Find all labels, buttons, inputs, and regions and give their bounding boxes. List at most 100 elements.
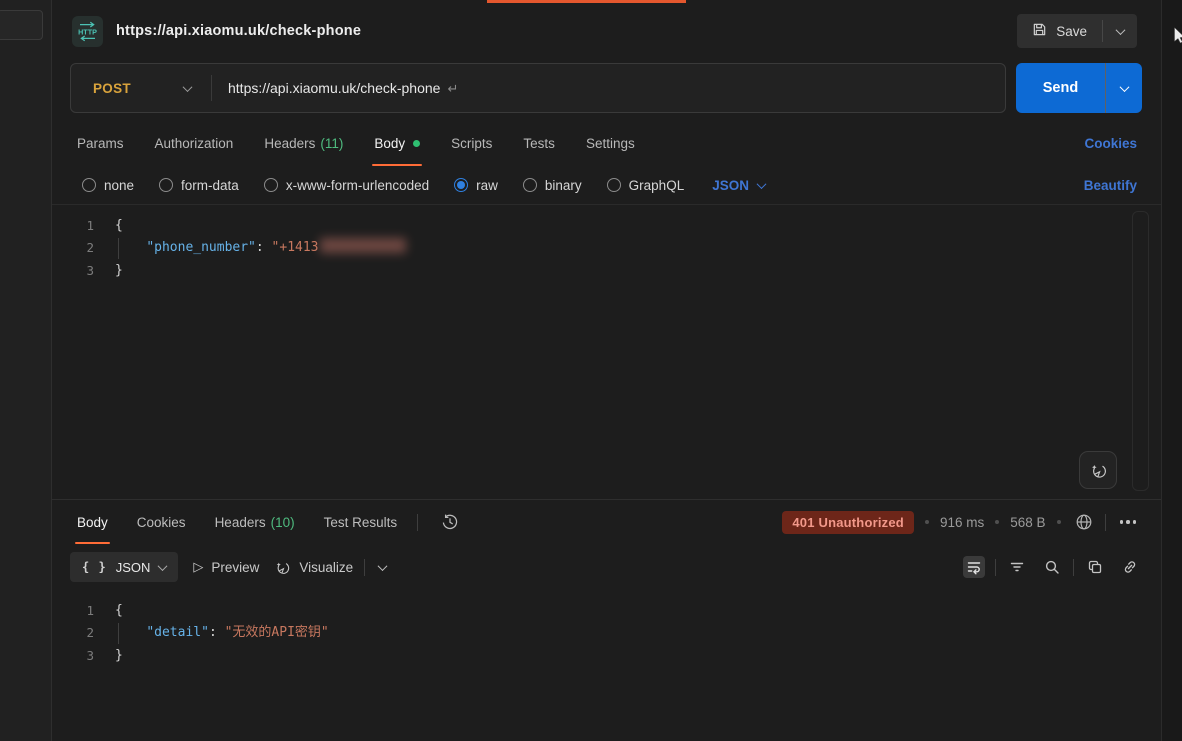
send-button-group: Send [1016,63,1142,113]
copy-icon [1087,559,1103,575]
mode-none[interactable]: none [82,178,134,193]
network-info-button[interactable] [1072,510,1096,534]
save-icon [1032,22,1047,40]
response-toolbar: { } JSON ▷ Preview Visualize [52,544,1161,590]
main-panel: HTTP https://api.xiaomu.uk/check-phone [52,0,1161,741]
radio-icon [264,178,278,192]
body-modified-dot [413,140,420,147]
right-rail [1161,0,1182,741]
copy-button[interactable] [1084,556,1106,578]
mode-binary[interactable]: binary [523,178,582,193]
method-label: POST [93,81,131,96]
svg-text:HTTP: HTTP [78,27,97,36]
response-format-select[interactable]: { } JSON [70,552,178,582]
ellipsis-icon [1118,518,1139,526]
json-key: "detail" [146,625,209,640]
raw-language-select[interactable]: JSON [712,178,765,193]
mouse-cursor [1174,27,1182,48]
response-body-editor[interactable]: 1 { 2 "detail": "无效的API密钥" 3 } [52,590,1161,741]
response-tabs: Body Cookies Headers(10) Test Results 40… [52,500,1161,544]
tab-params[interactable]: Params [77,120,124,166]
save-button[interactable]: Save [1017,14,1102,48]
line-number: 1 [52,600,109,622]
http-request-icon: HTTP [72,16,103,47]
search-icon [1044,559,1060,575]
chevron-down-icon [757,179,767,189]
cookies-link[interactable]: Cookies [1084,136,1137,151]
radio-icon [82,178,96,192]
mode-graphql[interactable]: GraphQL [607,178,685,193]
line-number: 3 [52,645,109,667]
mode-x-www-form-urlencoded[interactable]: x-www-form-urlencoded [264,178,429,193]
divider [417,514,418,531]
tab-tests[interactable]: Tests [523,120,555,166]
chevron-down-icon [1115,25,1125,35]
send-dropdown-button[interactable] [1106,63,1142,113]
link-icon [1122,559,1138,575]
postbot-button[interactable] [1079,451,1117,489]
divider [1105,514,1106,531]
response-tab-cookies[interactable]: Cookies [137,500,186,544]
line-number: 3 [52,260,109,282]
redacted-phone-number [320,238,406,253]
radio-icon [607,178,621,192]
tab-authorization[interactable]: Authorization [155,120,234,166]
mode-form-data[interactable]: form-data [159,178,239,193]
filter-button[interactable] [1006,556,1028,578]
visualize-dropdown-button[interactable] [376,561,389,574]
headers-count: (11) [320,136,343,151]
code-line: 1 { [52,215,1161,237]
status-badge[interactable]: 401 Unauthorized [782,511,914,534]
response-tool-icons [963,556,1141,578]
mode-raw[interactable]: raw [454,178,498,193]
search-button[interactable] [1041,556,1063,578]
request-title: https://api.xiaomu.uk/check-phone [116,23,361,39]
response-headers-count: (10) [271,515,295,530]
response-history-button[interactable] [438,510,462,534]
code-line: 1 { [52,600,1161,622]
tab-scripts[interactable]: Scripts [451,120,492,166]
response-tab-test-results[interactable]: Test Results [324,500,398,544]
radio-selected-icon [454,178,468,192]
tab-settings[interactable]: Settings [586,120,635,166]
response-tab-body[interactable]: Body [77,500,108,544]
wrap-text-button[interactable] [963,556,985,578]
chevron-down-icon [1119,82,1129,92]
tab-headers[interactable]: Headers(11) [264,120,343,166]
send-button[interactable]: Send [1016,63,1105,113]
response-panel: Body Cookies Headers(10) Test Results 40… [52,499,1161,741]
visualize-button[interactable]: Visualize [274,559,353,576]
divider [1073,559,1074,576]
response-tab-headers[interactable]: Headers(10) [215,500,295,544]
preview-button[interactable]: ▷ Preview [193,559,259,575]
request-tabs: Params Authorization Headers(11) Body Sc… [52,120,1161,166]
chevron-down-icon [378,561,388,571]
link-button[interactable] [1119,556,1141,578]
left-sidebar [0,0,52,741]
postbot-sparkle-icon [1089,461,1108,480]
method-select[interactable]: POST [71,81,211,96]
tab-body[interactable]: Body [374,120,420,166]
json-key: "phone_number" [146,240,256,255]
beautify-link[interactable]: Beautify [1084,178,1137,193]
save-button-label: Save [1056,24,1087,39]
code-line: 2 "detail": "无效的API密钥" [52,622,1161,644]
indent-guide [118,623,119,643]
chevron-down-icon [183,82,193,92]
response-time[interactable]: 916 ms [940,515,984,530]
request-body-editor[interactable]: 1 { 2 "phone_number": "+1413 3 } [52,204,1161,499]
response-more-button[interactable] [1115,515,1142,529]
response-status-group: 401 Unauthorized 916 ms 568 B [782,510,1141,534]
save-button-group: Save [1017,14,1137,48]
line-number: 2 [52,622,109,644]
response-size[interactable]: 568 B [1010,515,1045,530]
radio-icon [523,178,537,192]
code-line: 3 } [52,260,1161,282]
url-input[interactable]: https://api.xiaomu.uk/check-phone↵ [212,80,1005,97]
sidebar-collapsed-tab[interactable] [0,10,43,40]
history-icon [441,513,459,531]
code-line: 2 "phone_number": "+1413 [52,237,1161,259]
editor-scrollbar[interactable] [1132,211,1149,491]
save-dropdown-button[interactable] [1103,14,1137,48]
json-braces-icon: { } [82,560,107,574]
